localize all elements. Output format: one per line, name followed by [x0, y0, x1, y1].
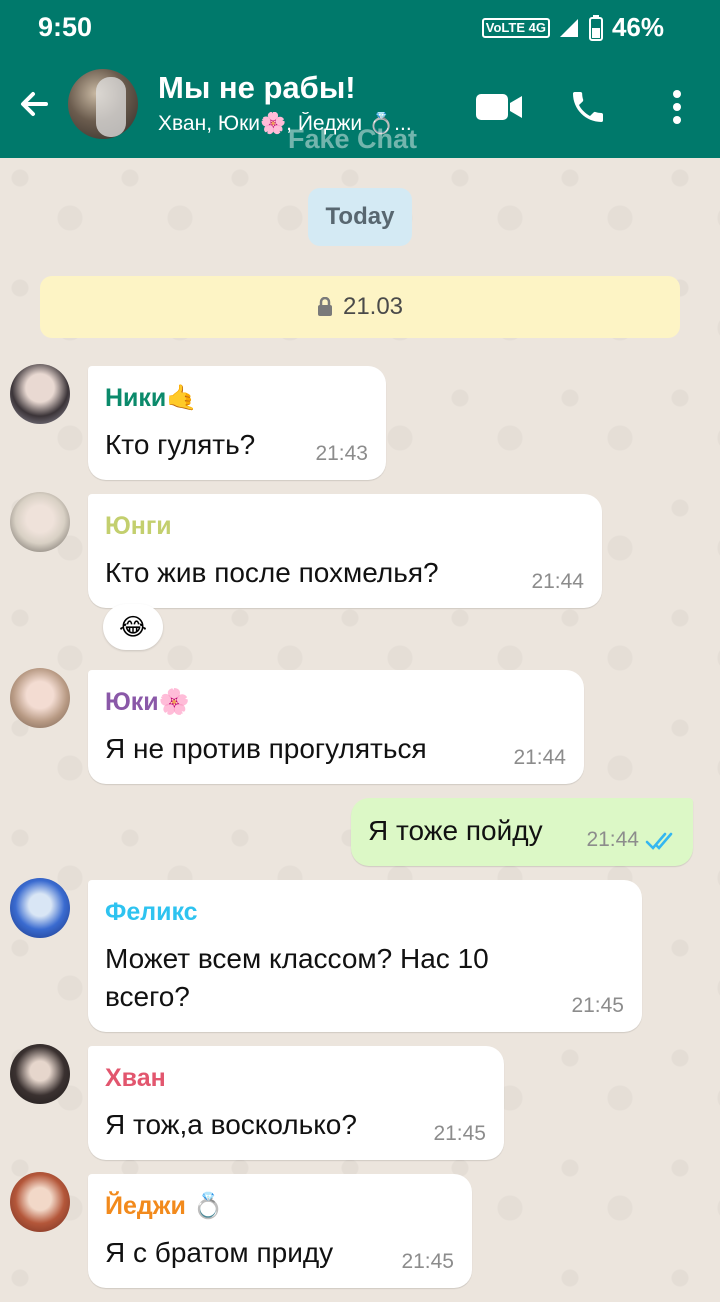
more-vert-icon: [673, 90, 681, 124]
phone-icon: [573, 92, 603, 122]
message-time: 21:45: [571, 994, 624, 1017]
encryption-notice[interactable]: 21.03: [40, 276, 680, 338]
sender-name: Юки🌸: [105, 688, 190, 716]
message-bubble[interactable]: Юки🌸 Я не против прогуляться 21:44: [88, 670, 584, 784]
more-options-button[interactable]: [652, 82, 702, 132]
message-time: 21:43: [315, 442, 368, 465]
message-bubble[interactable]: Йеджи 💍 Я с братом приду 21:45: [88, 1174, 472, 1288]
read-receipt-icon: [645, 832, 673, 850]
message-bubble[interactable]: Хван Я тож,а восколько? 21:45: [88, 1046, 504, 1160]
status-time: 9:50: [38, 12, 93, 42]
voice-call-button[interactable]: [563, 82, 613, 132]
battery-icon: [588, 14, 603, 41]
message-reaction[interactable]: 😂: [103, 604, 163, 650]
message-time: 21:45: [401, 1250, 454, 1273]
message-text: Я тоже пойду: [368, 815, 543, 846]
group-avatar[interactable]: [68, 69, 138, 139]
status-indicators: VoLTE 4G 46%: [481, 12, 664, 43]
message-bubble[interactable]: Юнги Кто жив после похмелья? 21:44: [88, 494, 602, 608]
back-arrow-icon[interactable]: [14, 84, 54, 124]
lock-icon: [317, 297, 332, 316]
signal-icon: [559, 18, 578, 37]
chat-header: Мы не рабы! Хван, Юки🌸, Йеджи 💍... Fake …: [0, 56, 720, 158]
avatar[interactable]: [10, 1044, 70, 1104]
message-text: Кто жив после похмелья?: [105, 557, 439, 588]
avatar[interactable]: [10, 668, 70, 728]
chat-title[interactable]: Мы не рабы!: [158, 70, 356, 106]
message-text: Я не против прогуляться: [105, 733, 427, 764]
message-time: 21:44: [586, 828, 639, 851]
battery-level: 46%: [611, 12, 664, 42]
sender-name: Ники🤙: [105, 384, 198, 412]
sender-name: Феликс: [105, 898, 198, 926]
sender-name: Юнги: [105, 512, 172, 540]
video-camera-icon: [476, 94, 522, 120]
network-indicator: VoLTE 4G: [481, 17, 550, 38]
sender-name: Йеджи 💍: [105, 1192, 224, 1220]
message-text: Я тож,а восколько?: [105, 1109, 357, 1140]
avatar[interactable]: [10, 492, 70, 552]
avatar[interactable]: [10, 1172, 70, 1232]
message-time: 21:44: [531, 570, 584, 593]
message-time: 21:44: [513, 746, 566, 769]
notice-text: 21.03: [342, 293, 404, 320]
avatar[interactable]: [10, 878, 70, 938]
watermark: Fake Chat: [288, 124, 418, 154]
message-time: 21:45: [433, 1122, 486, 1145]
message-text: Кто гулять?: [105, 429, 256, 460]
message-bubble[interactable]: Феликс Может всем классом? Нас 10 всего?…: [88, 880, 642, 1032]
message-text: Может всем классом? Нас 10 всего?: [105, 943, 489, 1012]
message-bubble[interactable]: Ники🤙 Кто гулять? 21:43: [88, 366, 386, 480]
message-text: Я с братом приду: [105, 1237, 334, 1268]
status-bar: 9:50 VoLTE 4G 46%: [0, 0, 720, 56]
video-call-button[interactable]: [474, 82, 524, 132]
sender-name: Хван: [105, 1064, 166, 1092]
message-bubble-outgoing[interactable]: Я тоже пойду 21:44: [351, 798, 693, 866]
date-chip: Today: [308, 188, 412, 246]
avatar[interactable]: [10, 364, 70, 424]
chat-messages[interactable]: Today 21.03 Ники🤙 Кто гулять? 21:43 Юнги…: [0, 158, 720, 1302]
